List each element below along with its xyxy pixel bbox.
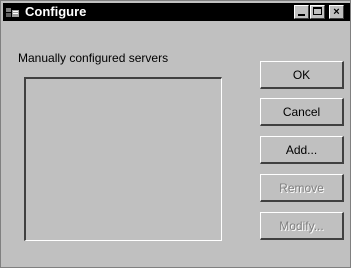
minimize-icon — [298, 14, 305, 16]
modify-button[interactable]: Modify... — [260, 212, 344, 240]
ok-button[interactable]: OK — [260, 61, 344, 89]
cancel-button[interactable]: Cancel — [260, 98, 344, 126]
configure-dialog: Configure × Manually configured servers … — [0, 0, 351, 268]
servers-label: Manually configured servers — [18, 51, 169, 65]
close-icon: × — [333, 6, 340, 18]
title-bar[interactable]: Configure × — [3, 3, 350, 21]
close-button[interactable]: × — [329, 5, 344, 19]
remove-button[interactable]: Remove — [260, 174, 344, 202]
add-button[interactable]: Add... — [260, 136, 344, 164]
modify-button-label: Modify... — [279, 218, 324, 233]
minimize-button[interactable] — [294, 5, 309, 19]
network-servers-icon — [6, 6, 20, 18]
servers-list[interactable] — [24, 77, 222, 241]
cancel-button-label: Cancel — [282, 104, 321, 119]
add-button-label: Add... — [285, 142, 318, 157]
remove-button-label: Remove — [279, 180, 324, 195]
maximize-icon — [313, 7, 322, 15]
window-title: Configure — [25, 4, 87, 19]
ok-button-label: OK — [292, 67, 311, 82]
maximize-button[interactable] — [310, 5, 325, 19]
